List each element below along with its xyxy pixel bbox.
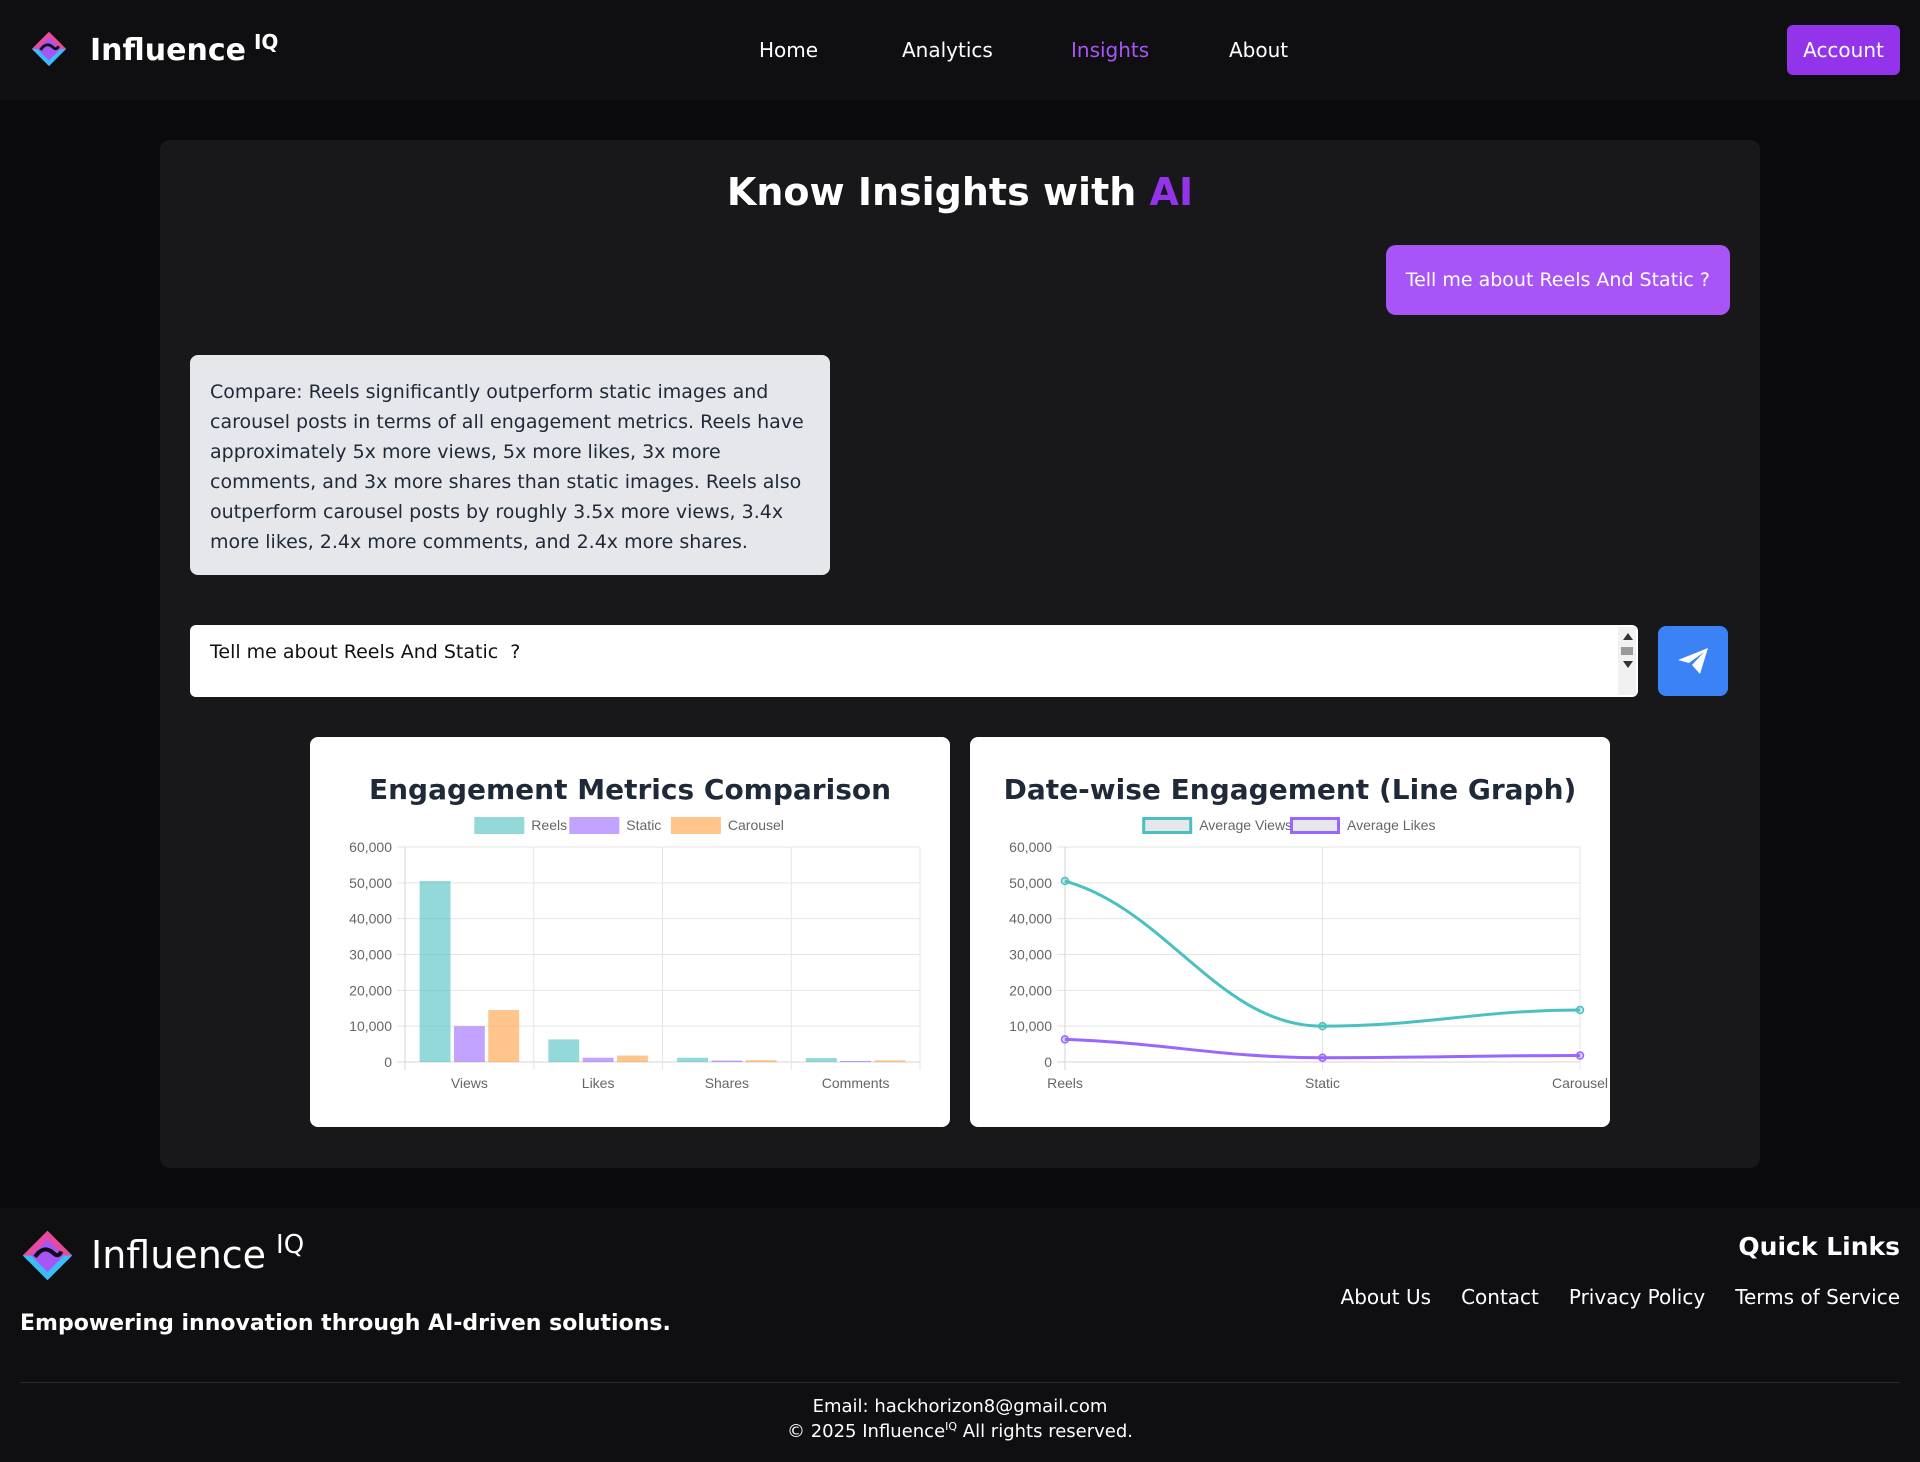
engagement-bar-chart-card: Engagement Metrics Comparison Reels Static… (310, 737, 950, 1127)
legend-label: Average Likes (1347, 817, 1435, 833)
title-prefix: Know Insights with (726, 170, 1150, 214)
bar-static-likes (582, 1057, 614, 1062)
chat-input-value: Tell me about Reels And Static ? (210, 641, 521, 663)
copyright-suffix: All rights reserved. (957, 1421, 1134, 1442)
chat-input[interactable]: Tell me about Reels And Static ? (190, 625, 1638, 697)
y-tick-label: 0 (384, 1054, 392, 1070)
nav-insights[interactable]: Insights (1071, 38, 1149, 62)
bar-reels-comments (805, 1058, 837, 1062)
paper-plane-icon (1678, 648, 1708, 674)
bar-static-views (453, 1026, 485, 1062)
y-tick-label: 60,000 (1009, 839, 1052, 855)
point-average-views-reels (1060, 876, 1070, 886)
x-tick-label: Likes (582, 1075, 615, 1091)
chart-title: Date-wise Engagement (Line Graph) (1004, 773, 1577, 806)
title-accent: AI (1149, 170, 1194, 214)
x-tick-label: Views (451, 1075, 488, 1091)
y-tick-label: 50,000 (1009, 875, 1052, 891)
x-tick-label: Reels (1047, 1075, 1083, 1091)
footer-logo[interactable]: Influence IQ (20, 1228, 304, 1283)
y-tick-label: 50,000 (349, 875, 392, 891)
legend-swatch (1142, 817, 1193, 834)
bar-carousel-likes (617, 1055, 648, 1062)
ai-response-bubble: Compare: Reels significantly outperform … (190, 355, 830, 575)
y-tick-label: 10,000 (349, 1018, 392, 1034)
bar-static-comments (840, 1060, 872, 1062)
bar-reels-shares (677, 1057, 708, 1062)
footer-link-about-us[interactable]: About Us (1341, 1285, 1432, 1309)
y-tick-label: 20,000 (349, 982, 392, 998)
y-tick-label: 40,000 (1009, 911, 1052, 927)
y-tick-label: 60,000 (349, 839, 392, 855)
legend-label: Static (626, 817, 661, 833)
page-title: Know Insights with AI (160, 170, 1760, 214)
nav-analytics[interactable]: Analytics (902, 38, 993, 62)
engagement-line-chart-card: Date-wise Engagement (Line Graph) Average… (970, 737, 1610, 1127)
footer-logo-icon (22, 1230, 73, 1281)
scroll-down-icon[interactable] (1623, 661, 1633, 668)
copyright-prefix: © 2025 Influence (786, 1421, 946, 1442)
bar-reels-views (419, 881, 451, 1062)
nav-home[interactable]: Home (759, 38, 818, 62)
footer-divider (20, 1382, 1900, 1383)
bar-static-shares (711, 1060, 743, 1062)
y-tick-label: 30,000 (349, 947, 392, 963)
x-tick-label: Comments (822, 1075, 890, 1091)
y-tick-label: 10,000 (1009, 1018, 1052, 1034)
footer-email: Email: hackhorizon8@gmail.com (812, 1396, 1108, 1417)
quick-links: About Us Contact Privacy Policy Terms of… (1341, 1285, 1900, 1309)
footer: Influence IQ Empowering innovation throu… (0, 1208, 1920, 1462)
point-average-likes-reels (1060, 1035, 1070, 1044)
nav-links: Home Analytics Insights About (0, 38, 1920, 68)
legend-swatch (670, 817, 721, 834)
footer-tagline: Empowering innovation through AI-driven … (20, 1311, 671, 1336)
bar-reels-likes (548, 1039, 580, 1062)
engagement-line-chart: Date-wise Engagement (Line Graph) Average… (1004, 773, 1608, 1091)
send-button[interactable] (1658, 626, 1728, 696)
x-tick-label: Carousel (1552, 1075, 1608, 1091)
y-tick-label: 20,000 (1009, 982, 1052, 998)
footer-brand-name: Influence (91, 1233, 267, 1277)
y-tick-label: 0 (1044, 1054, 1052, 1070)
input-scrollbar[interactable] (1618, 627, 1636, 695)
legend-swatch (474, 817, 525, 834)
chart-title: Engagement Metrics Comparison (369, 773, 891, 806)
footer-copyright: © 2025 InfluenceIQ All rights reserved. (0, 1420, 1920, 1442)
nav-about[interactable]: About (1229, 38, 1288, 62)
bar-carousel-shares (745, 1060, 777, 1062)
scroll-thumb[interactable] (1621, 647, 1633, 655)
engagement-bar-chart: Engagement Metrics Comparison Reels Static… (349, 773, 921, 1091)
point-average-likes-carousel (1575, 1051, 1585, 1060)
footer-link-privacy-policy[interactable]: Privacy Policy (1569, 1285, 1705, 1309)
navbar: Influence IQ Home Analytics Insights Abo… (0, 0, 1920, 100)
copyright-superscript: IQ (945, 1420, 958, 1433)
legend-swatch (1290, 817, 1340, 834)
y-tick-label: 30,000 (1009, 947, 1052, 963)
y-tick-label: 40,000 (349, 911, 392, 927)
legend-label: Reels (531, 817, 567, 833)
point-average-likes-static (1318, 1053, 1327, 1062)
footer-link-contact[interactable]: Contact (1461, 1285, 1539, 1309)
account-button[interactable]: Account (1787, 25, 1900, 75)
bar-carousel-comments (874, 1060, 906, 1062)
point-average-views-carousel (1575, 1005, 1585, 1015)
footer-brand-superscript: IQ (276, 1230, 305, 1260)
footer-link-terms-of-service[interactable]: Terms of Service (1735, 1285, 1900, 1309)
x-tick-label: Static (1305, 1075, 1340, 1091)
scroll-up-icon[interactable] (1623, 633, 1633, 640)
legend-label: Average Views (1199, 817, 1292, 833)
point-average-views-static (1318, 1021, 1327, 1031)
bar-carousel-views (488, 1010, 520, 1062)
legend-swatch (569, 817, 620, 834)
x-tick-label: Shares (705, 1075, 749, 1091)
insights-panel: Know Insights with AI Tell me about Reel… (160, 140, 1760, 1168)
quick-links-title: Quick Links (1738, 1232, 1900, 1261)
legend-label: Carousel (728, 817, 784, 833)
user-message-bubble: Tell me about Reels And Static ? (1385, 245, 1730, 315)
